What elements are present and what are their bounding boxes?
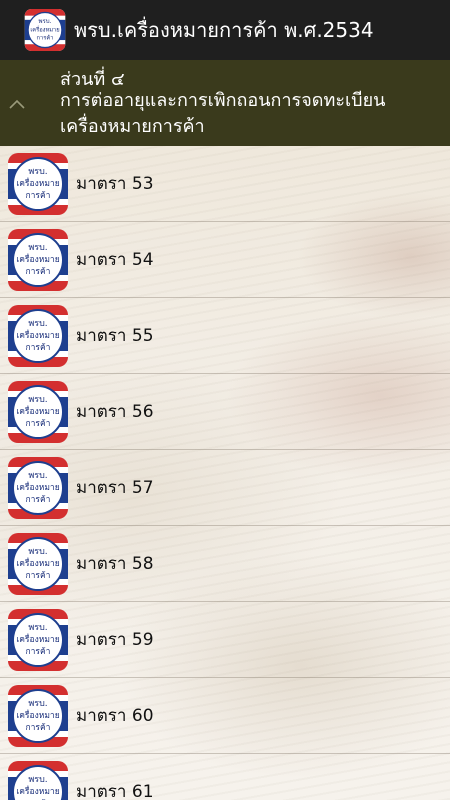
trademark-act-icon <box>8 533 68 595</box>
trademark-act-icon <box>8 457 68 519</box>
list-item-label: มาตรา 57 <box>76 478 154 498</box>
list-item[interactable]: มาตรา 55 <box>0 298 450 374</box>
list-item-label: มาตรา 60 <box>76 706 154 726</box>
svg-text:พรบ.: พรบ. <box>38 18 51 25</box>
list-item[interactable]: มาตรา 60 <box>0 678 450 754</box>
article-list: มาตรา 53 มาตรา 54 มาตรา 55 มาตรา 56 มาตร… <box>0 146 450 800</box>
chevron-up-icon[interactable] <box>8 98 26 110</box>
list-item-label: มาตรา 58 <box>76 554 154 574</box>
app-logo-icon[interactable]: พรบ. เครื่องหมาย การค้า <box>24 9 66 51</box>
list-item[interactable]: มาตรา 57 <box>0 450 450 526</box>
trademark-act-icon <box>8 229 68 291</box>
app-title: พรบ.เครื่องหมายการค้า พ.ศ.2534 <box>74 18 374 42</box>
list-item-label: มาตรา 56 <box>76 402 154 422</box>
trademark-act-icon <box>8 761 68 800</box>
list-item-label: มาตรา 59 <box>76 630 154 650</box>
list-item-label: มาตรา 54 <box>76 250 154 270</box>
trademark-act-icon <box>8 381 68 443</box>
list-item[interactable]: มาตรา 54 <box>0 222 450 298</box>
list-item[interactable]: มาตรา 53 <box>0 146 450 222</box>
trademark-act-icon <box>8 609 68 671</box>
trademark-act-icon <box>8 153 68 215</box>
list-item-label: มาตรา 53 <box>76 174 154 194</box>
action-bar: พรบ. เครื่องหมาย การค้า พรบ.เครื่องหมายก… <box>0 0 450 60</box>
trademark-act-icon <box>8 685 68 747</box>
list-item[interactable]: มาตรา 61 <box>0 754 450 800</box>
trademark-act-icon <box>8 305 68 367</box>
section-header[interactable]: ส่วนที่ ๔ การต่ออายุและการเพิกถอนการจดทะ… <box>0 60 450 146</box>
list-item-label: มาตรา 55 <box>76 326 154 346</box>
section-title: การต่ออายุและการเพิกถอนการจดทะเบียนเครื่… <box>60 90 386 137</box>
list-item[interactable]: มาตรา 58 <box>0 526 450 602</box>
list-item[interactable]: มาตรา 56 <box>0 374 450 450</box>
svg-text:การค้า: การค้า <box>37 34 54 41</box>
list-item-label: มาตรา 61 <box>76 782 154 800</box>
list-item[interactable]: มาตรา 59 <box>0 602 450 678</box>
